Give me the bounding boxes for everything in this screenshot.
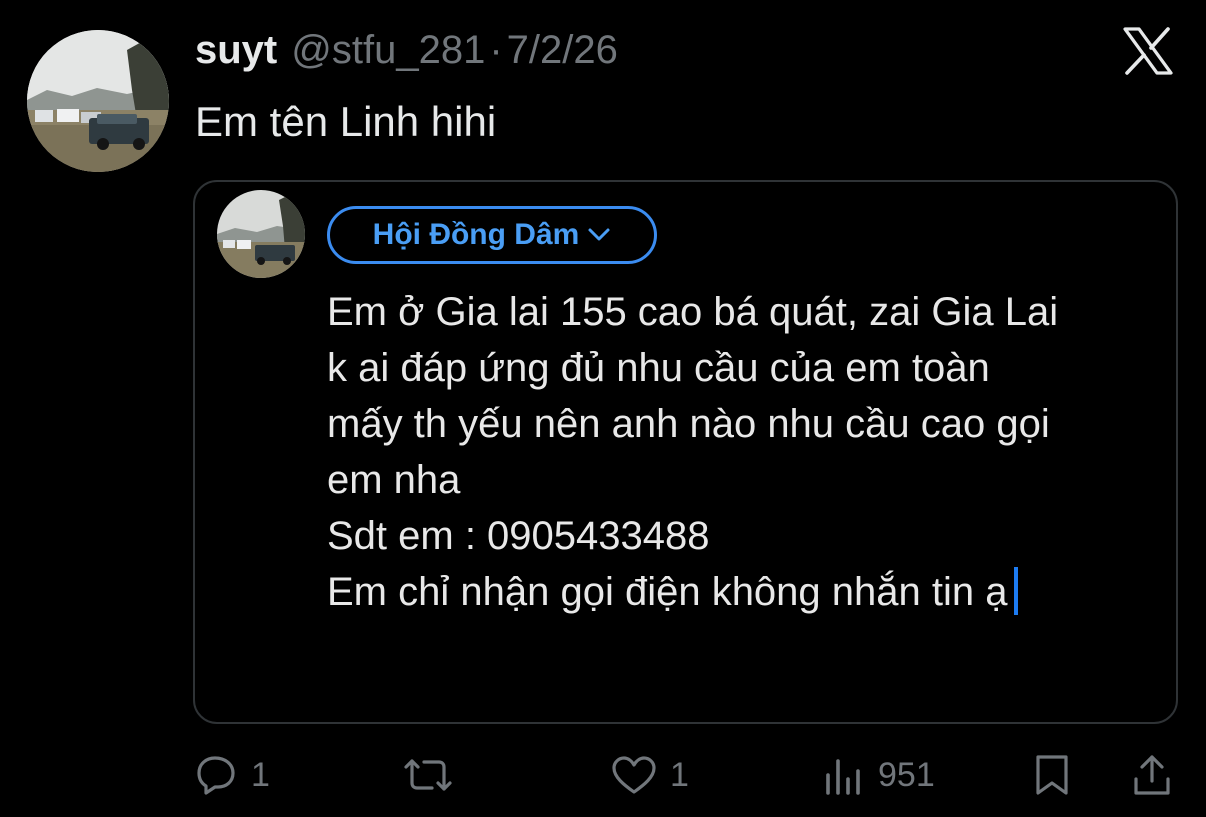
- like-button[interactable]: 1: [610, 745, 689, 805]
- user-handle[interactable]: @stfu_281: [291, 28, 485, 73]
- post-line: Sdt em : 0905433488: [327, 514, 710, 558]
- group-name: Hội Đồng Dâm: [372, 218, 580, 251]
- views-button[interactable]: 951: [822, 745, 935, 805]
- bookmark-icon: [1036, 755, 1068, 795]
- post-line-last: Em chỉ nhận gọi điện không nhắn tin ạ: [327, 564, 1167, 620]
- reply-button[interactable]: 1: [195, 745, 270, 805]
- reply-count: 1: [251, 755, 270, 794]
- quoted-post-text: Em ở Gia lai 155 cao bá quát, zai Gia La…: [327, 284, 1167, 620]
- post-line: Em ở Gia lai 155 cao bá quát, zai Gia La…: [327, 290, 1059, 334]
- group-avatar-photo: [217, 190, 305, 278]
- heart-icon: [612, 756, 656, 794]
- retweet-icon: [404, 759, 452, 791]
- x-logo-icon: [1123, 27, 1173, 75]
- post-line: k ai đáp ứng đủ nhu cầu của em toàn: [327, 346, 990, 390]
- share-icon: [1134, 755, 1170, 795]
- group-selector-button[interactable]: Hội Đồng Dâm: [327, 206, 657, 264]
- like-count: 1: [670, 755, 689, 794]
- display-name[interactable]: suyt: [195, 28, 277, 73]
- views-icon: [826, 759, 860, 795]
- avatar-photo: [27, 30, 169, 172]
- action-bar: 1 1 951: [0, 745, 1206, 805]
- post-line-text: Em chỉ nhận gọi điện không nhắn tin ạ: [327, 570, 1008, 614]
- avatar[interactable]: [27, 30, 169, 172]
- tweet-date[interactable]: 7/2/26: [507, 28, 618, 73]
- share-button[interactable]: [1130, 745, 1174, 805]
- reply-icon: [197, 756, 235, 795]
- post-line: mấy th yếu nên anh nào nhu cầu cao gọi: [327, 402, 1050, 446]
- tweet-text: Em tên Linh hihi: [195, 98, 497, 145]
- tweet-header: suyt @stfu_281 · 7/2/26: [195, 28, 618, 78]
- quoted-image-card[interactable]: Hội Đồng Dâm Em ở Gia lai 155 cao bá quá…: [193, 180, 1178, 724]
- group-avatar: [217, 190, 305, 278]
- post-line: em nha: [327, 458, 461, 502]
- bookmark-button[interactable]: [1030, 745, 1074, 805]
- chevron-down-icon: [588, 228, 610, 241]
- retweet-button[interactable]: [400, 745, 468, 805]
- separator-dot: ·: [489, 28, 503, 72]
- view-count: 951: [878, 755, 935, 794]
- text-cursor: [1013, 567, 1018, 615]
